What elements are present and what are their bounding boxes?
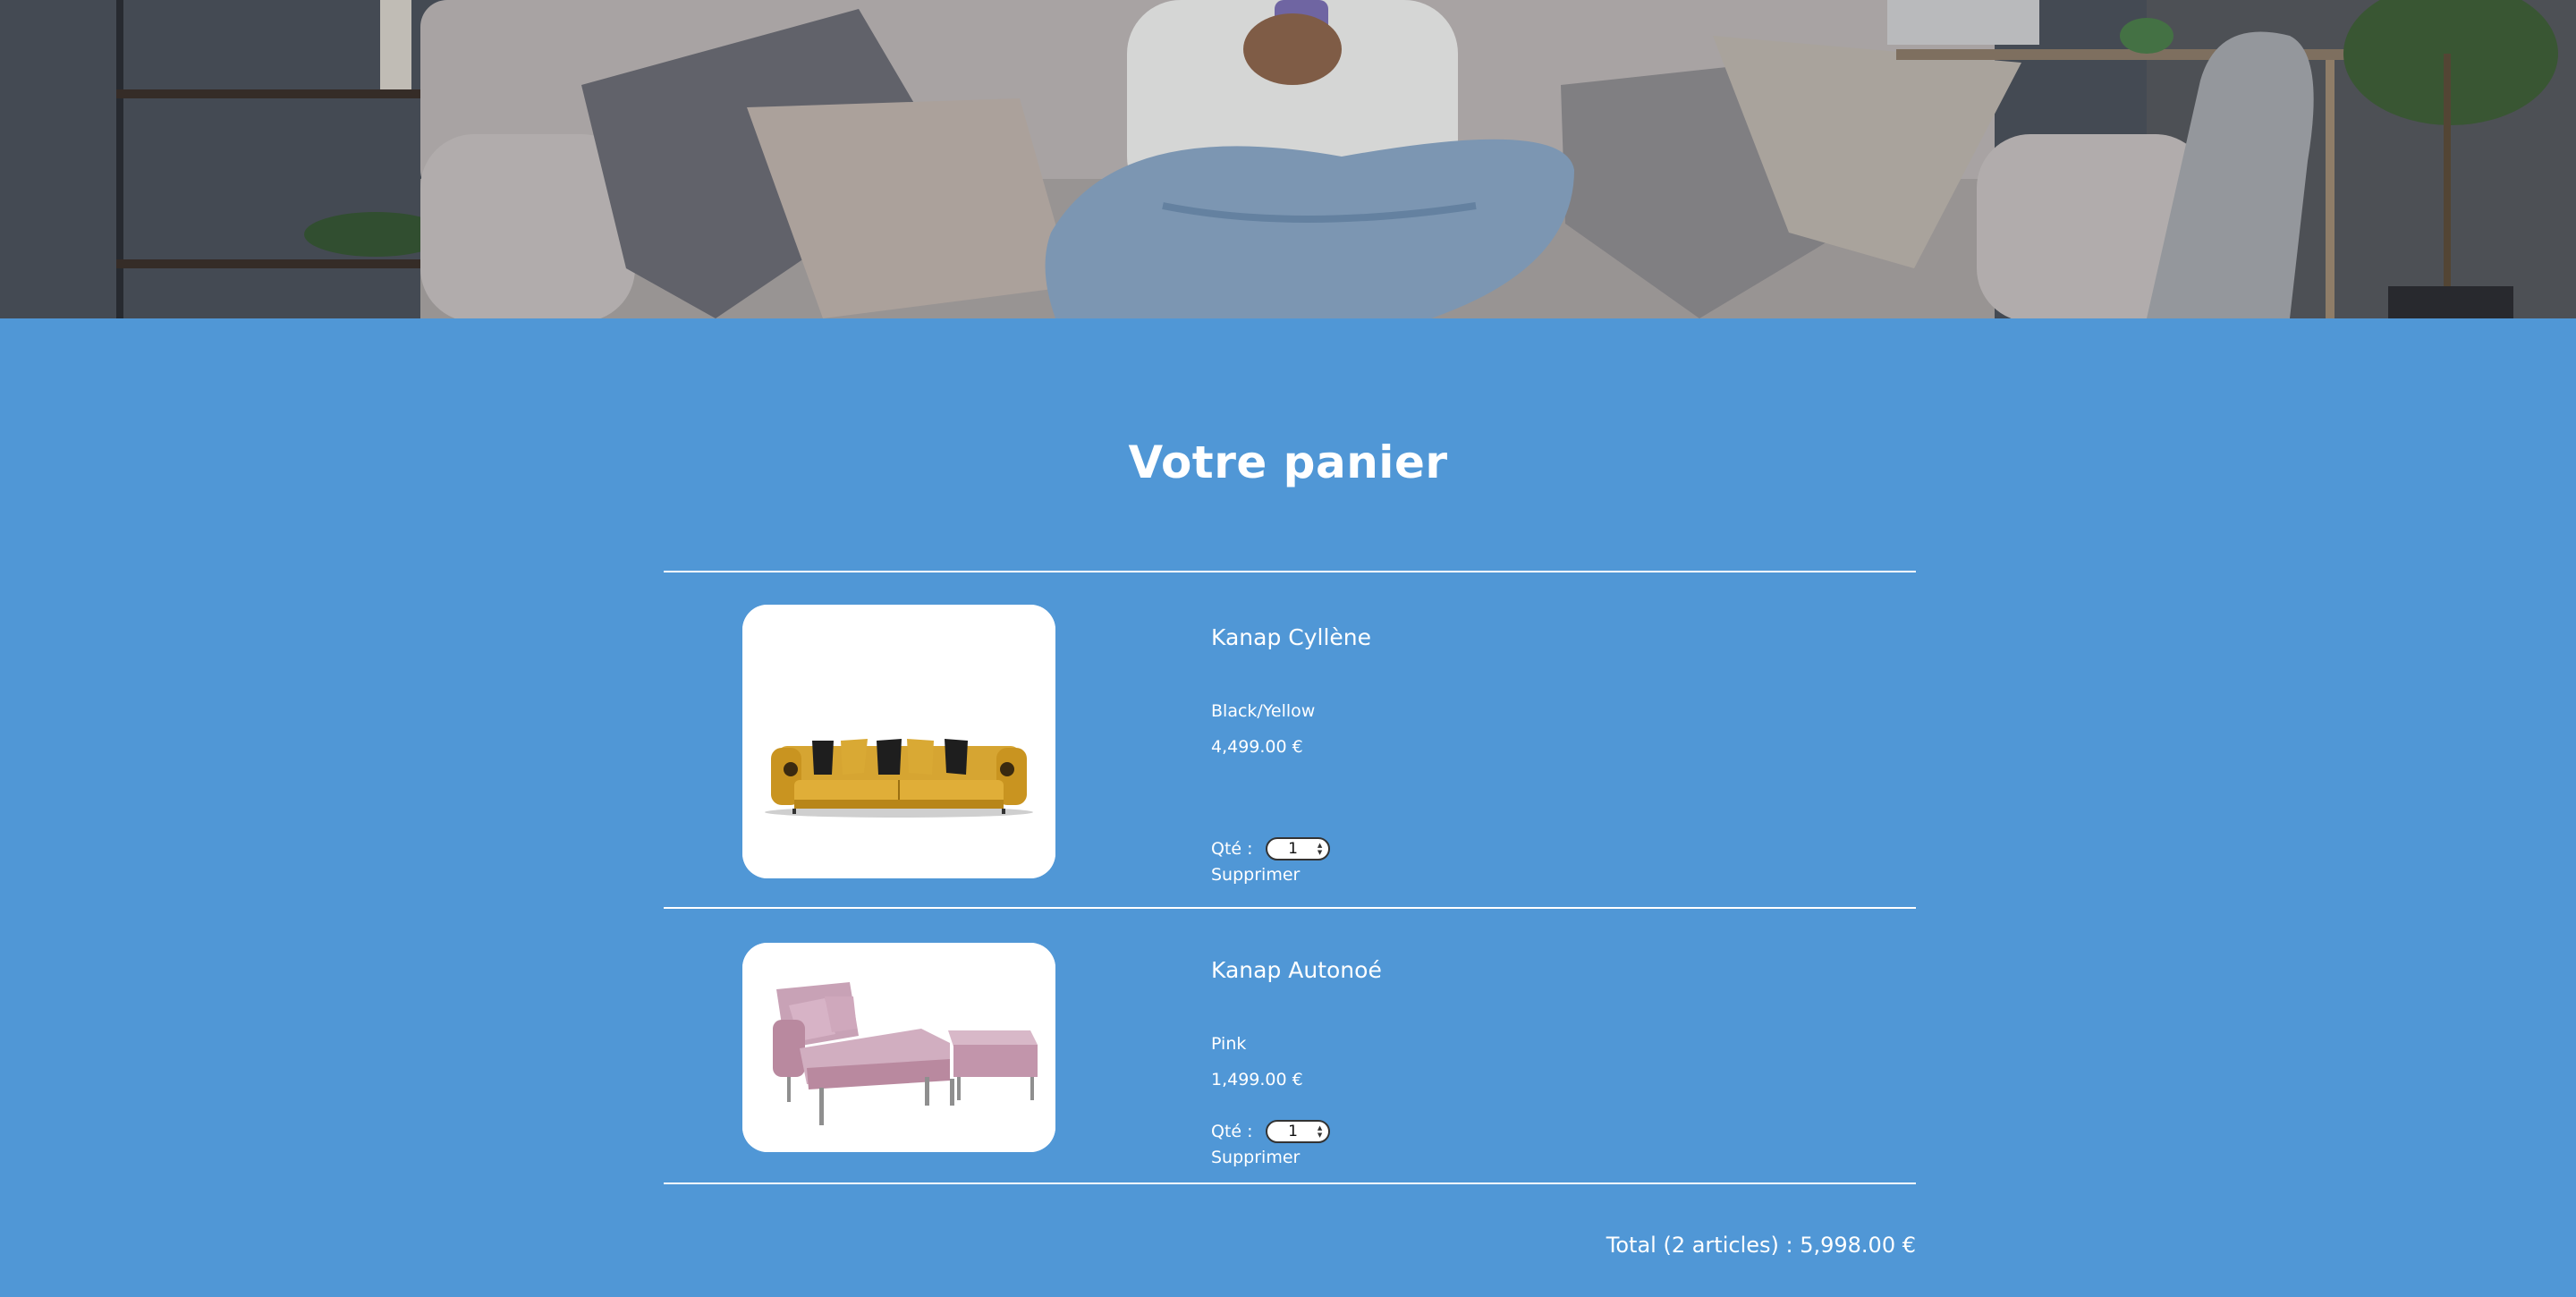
product-image [742, 943, 1055, 1152]
delete-button[interactable]: Supprimer [1211, 1147, 1330, 1168]
quantity-value: 1 [1288, 840, 1298, 858]
yellow-sofa-image [742, 605, 1055, 878]
product-name: Kanap Autonoé [1211, 957, 1382, 983]
product-image [742, 605, 1055, 878]
quantity-label: Qté : [1211, 839, 1253, 859]
cart-items: Kanap Cyllène Black/Yellow 4,499.00 € Qt… [664, 571, 1916, 1184]
total-prefix: Total ( [1606, 1233, 1672, 1258]
divider [664, 1183, 1916, 1184]
product-price: 4,499.00 € [1211, 737, 1303, 757]
product-color: Black/Yellow [1211, 701, 1316, 721]
total-currency: € [1895, 1233, 1916, 1258]
hero-banner [0, 0, 2576, 318]
cart-item: Kanap Autonoé Pink 1,499.00 € Qté : 1 ▲ ▼… [664, 909, 1916, 1183]
stepper-arrows-icon[interactable]: ▲ ▼ [1317, 1124, 1324, 1139]
item-description: Kanap Cyllène Black/Yellow 4,499.00 € [1211, 624, 1837, 758]
quantity-label: Qté : [1211, 1122, 1253, 1141]
product-name: Kanap Cyllène [1211, 624, 1372, 650]
total-middle: articles) : [1685, 1233, 1801, 1258]
product-color: Pink [1211, 1034, 1247, 1054]
page-title: Votre panier [1128, 437, 1448, 488]
quantity-value: 1 [1288, 1123, 1298, 1140]
product-price: 1,499.00 € [1211, 1070, 1303, 1089]
item-description: Kanap Autonoé Pink 1,499.00 € [1211, 957, 1837, 1090]
quantity-row: Qté : 1 ▲ ▼ [1211, 837, 1330, 860]
delete-button[interactable]: Supprimer [1211, 864, 1330, 886]
quantity-row: Qté : 1 ▲ ▼ [1211, 1120, 1330, 1143]
total-price: 5,998.00 [1800, 1233, 1896, 1258]
cart-item: Kanap Cyllène Black/Yellow 4,499.00 € Qt… [664, 572, 1916, 907]
cart-page: Votre panier Kanap Cyllène Black/Yellow … [0, 0, 2576, 1297]
cart-total: Total (2 articles) : 5,998.00 € [1606, 1233, 1916, 1258]
hero-photo [0, 0, 2576, 318]
item-settings: Qté : 1 ▲ ▼ Supprimer [1211, 1120, 1330, 1168]
pink-sofa-image [742, 943, 1055, 1152]
quantity-stepper[interactable]: 1 ▲ ▼ [1265, 837, 1330, 860]
quantity-stepper[interactable]: 1 ▲ ▼ [1265, 1120, 1330, 1143]
stepper-arrows-icon[interactable]: ▲ ▼ [1317, 842, 1324, 856]
total-quantity: 2 [1671, 1233, 1686, 1258]
item-settings: Qté : 1 ▲ ▼ Supprimer [1211, 837, 1330, 886]
